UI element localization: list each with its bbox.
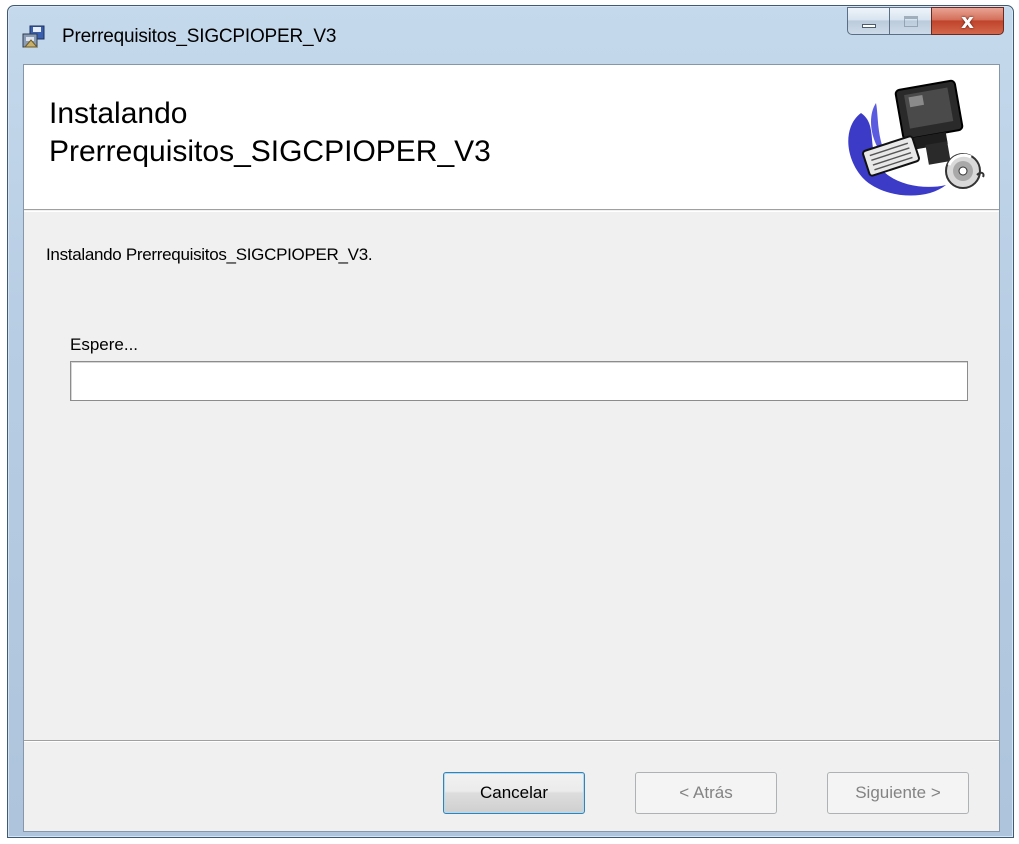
maximize-icon [903,15,918,27]
close-button[interactable]: x [931,7,1004,35]
wait-label: Espere... [70,335,139,354]
page-title: Instalando Prerrequisitos_SIGCPIOPER_V3 [49,95,491,171]
minimize-icon [861,24,876,28]
progress-bar [70,361,968,401]
status-description: Instalando Prerrequisitos_SIGCPIOPER_V3. [46,245,373,264]
close-icon: x [961,9,974,33]
page-title-line-2: Prerrequisitos_SIGCPIOPER_V3 [49,135,491,168]
computer-setup-icon [831,73,991,205]
banner-separator [24,211,999,212]
installer-window: Prerrequisitos_SIGCPIOPER_V3 x Instaland… [7,5,1014,838]
window-title: Prerrequisitos_SIGCPIOPER_V3 [62,26,337,47]
header-banner: Instalando Prerrequisitos_SIGCPIOPER_V3 [24,65,999,210]
dialog-client-area: Instalando Prerrequisitos_SIGCPIOPER_V3 [23,64,1000,832]
back-button[interactable]: < Atrás [635,772,777,814]
maximize-button[interactable] [889,7,931,35]
page-title-line-1: Instalando [49,97,188,130]
footer-divider-highlight [24,741,999,742]
title-bar[interactable]: Prerrequisitos_SIGCPIOPER_V3 x [8,6,1013,64]
cancel-button[interactable]: Cancelar [443,772,585,814]
installer-icon[interactable] [21,25,47,49]
caption-buttons: x [847,7,1004,37]
minimize-button[interactable] [847,7,889,35]
next-button[interactable]: Siguiente > [827,772,969,814]
